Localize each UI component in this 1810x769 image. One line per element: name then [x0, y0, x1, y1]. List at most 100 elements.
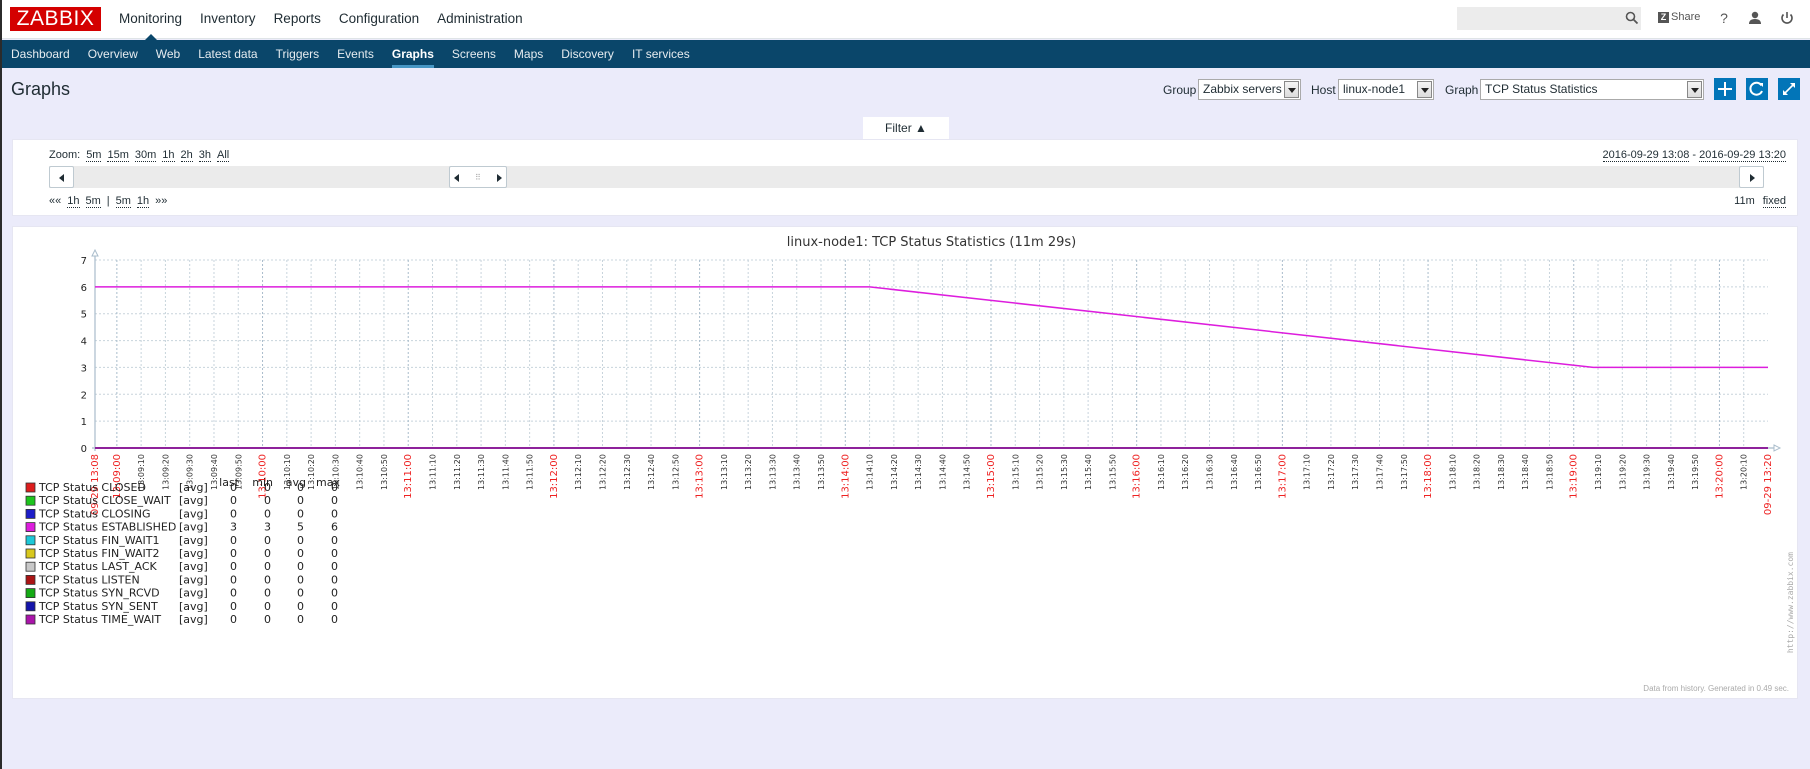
legend-swatch: [25, 535, 36, 546]
sub-nav-events[interactable]: Events: [337, 40, 374, 68]
y-tick-label: 2: [81, 390, 87, 401]
legend-value-min: 0: [264, 613, 271, 626]
legend-value-min: 0: [264, 547, 271, 560]
sub-nav-it-services[interactable]: IT services: [632, 40, 690, 68]
zoom-all[interactable]: All: [217, 149, 230, 162]
main-nav-configuration[interactable]: Configuration: [339, 0, 419, 39]
nav-back-5m[interactable]: 5m: [85, 195, 101, 208]
handle-right-arrow-icon[interactable]: [497, 174, 502, 182]
legend-value-max: 0: [331, 534, 338, 547]
x-tick-label: 13:14:20: [890, 454, 899, 490]
zoom-15m[interactable]: 15m: [107, 149, 129, 162]
sub-nav-screens[interactable]: Screens: [452, 40, 496, 68]
share-button[interactable]: Z Share: [1658, 11, 1700, 23]
legend-item-func: [avg]: [179, 534, 208, 547]
x-tick-label: 13:15:10: [1011, 454, 1020, 490]
x-tick-label: 13:13:30: [768, 454, 777, 490]
x-tick-label: 13:17:00: [1277, 454, 1288, 499]
legend-value-max: 0: [331, 587, 338, 600]
legend-item-name: TCP Status ESTABLISHED: [38, 521, 176, 534]
fullscreen-icon: [1783, 83, 1795, 95]
help-icon[interactable]: ?: [1716, 10, 1732, 26]
page-title: Graphs: [11, 79, 71, 99]
graph-panel: linux-node1: TCP Status Statistics (11m …: [12, 226, 1798, 699]
x-tick-label: 13:15:40: [1084, 454, 1093, 490]
range-from[interactable]: 2016-09-29 13:08: [1602, 149, 1690, 162]
handle-left-arrow-icon[interactable]: [454, 174, 459, 182]
legend-value-min: 0: [264, 534, 271, 547]
legend-value-min: 0: [264, 481, 271, 494]
y-tick-label: 3: [81, 363, 87, 374]
scroll-right-button[interactable]: [1739, 166, 1764, 188]
sub-nav-triggers[interactable]: Triggers: [276, 40, 320, 68]
zoom-30m[interactable]: 30m: [134, 149, 157, 162]
nav-back-1h[interactable]: 1h: [67, 195, 80, 208]
nav-fwd-5m[interactable]: 5m: [115, 195, 131, 208]
zoom-2h[interactable]: 2h: [180, 149, 193, 162]
user-profile-icon[interactable]: [1747, 10, 1763, 26]
legend-value-min: 0: [264, 587, 271, 600]
zoom-options: Zoom: 5m 15m 30m 1h 2h 3h All: [49, 149, 230, 162]
y-tick-label: 7: [81, 256, 87, 267]
range-to[interactable]: 2016-09-29 13:20: [1699, 149, 1786, 162]
search-input[interactable]: [1457, 7, 1641, 30]
sub-nav-maps[interactable]: Maps: [514, 40, 543, 68]
refresh-button[interactable]: [1746, 78, 1768, 100]
legend-value-avg: 0: [297, 507, 304, 520]
x-tick-label: 13:15:20: [1036, 454, 1045, 490]
zoom-5m[interactable]: 5m: [86, 149, 102, 162]
legend-value-last: 0: [230, 600, 237, 613]
nav-fwd-1h[interactable]: 1h: [136, 195, 150, 208]
legend-item-name: TCP Status CLOSED: [38, 481, 146, 494]
sub-nav-graphs[interactable]: Graphs: [391, 40, 434, 68]
zoom-1h[interactable]: 1h: [162, 149, 175, 162]
main-nav-monitoring[interactable]: Monitoring: [119, 0, 182, 40]
scroll-left-button[interactable]: [49, 166, 74, 188]
legend-item-func: [avg]: [179, 481, 208, 494]
x-end-label: 09-29 13:20: [1763, 454, 1774, 515]
main-nav-inventory[interactable]: Inventory: [200, 0, 256, 39]
sub-nav-discovery[interactable]: Discovery: [561, 40, 614, 68]
filter-toggle-tab[interactable]: Filter ▲: [863, 117, 949, 139]
legend-value-max: 0: [331, 613, 338, 626]
legend-value-avg: 0: [297, 573, 304, 586]
x-tick-label: 13:10:20: [307, 454, 316, 490]
main-nav-administration[interactable]: Administration: [437, 0, 523, 39]
x-tick-label: 13:18:40: [1521, 454, 1530, 490]
legend-item-name: TCP Status LISTEN: [38, 573, 140, 586]
graph-chart[interactable]: linux-node1: TCP Status Statistics (11m …: [13, 227, 1799, 700]
search-icon[interactable]: [1625, 11, 1639, 25]
sub-nav: Dashboard Overview Web Latest data Trigg…: [0, 40, 1810, 68]
sign-out-icon[interactable]: [1779, 10, 1795, 26]
legend-swatch: [25, 574, 36, 585]
main-nav-reports[interactable]: Reports: [274, 0, 321, 39]
sub-nav-web[interactable]: Web: [156, 40, 180, 68]
sub-nav-latest-data[interactable]: Latest data: [198, 40, 257, 68]
plus-icon: [1718, 82, 1732, 96]
group-select[interactable]: Zabbix servers: [1198, 79, 1301, 100]
x-tick-label: 13:11:20: [453, 454, 462, 490]
nav-back-far[interactable]: ««: [49, 195, 61, 208]
zabbix-logo[interactable]: ZABBIX: [10, 7, 101, 31]
legend-swatch: [25, 495, 36, 506]
sub-nav-dashboard[interactable]: Dashboard: [11, 40, 70, 68]
legend-value-max: 0: [331, 481, 338, 494]
nav-fwd-far[interactable]: »»: [155, 195, 167, 208]
host-select-value: linux-node1: [1343, 82, 1406, 96]
timeline-scrollbar[interactable]: ⠿: [49, 166, 1764, 188]
legend-value-avg: 0: [297, 481, 304, 494]
sub-nav-overview[interactable]: Overview: [88, 40, 138, 68]
scroll-handle[interactable]: ⠿: [449, 166, 507, 188]
host-select[interactable]: linux-node1: [1338, 79, 1434, 100]
x-tick-label: 13:09:40: [210, 454, 219, 490]
x-tick-label: 13:11:10: [429, 454, 438, 490]
x-tick-label: 13:17:30: [1351, 454, 1360, 490]
fixed-toggle[interactable]: fixed: [1762, 195, 1786, 208]
graph-select[interactable]: TCP Status Statistics: [1480, 79, 1704, 100]
x-tick-label: 13:16:20: [1181, 454, 1190, 490]
fullscreen-button[interactable]: [1778, 78, 1800, 100]
add-to-favourites-button[interactable]: [1714, 78, 1736, 100]
legend-value-last: 0: [230, 613, 237, 626]
zoom-3h[interactable]: 3h: [198, 149, 212, 162]
legend-value-last: 0: [230, 507, 237, 520]
